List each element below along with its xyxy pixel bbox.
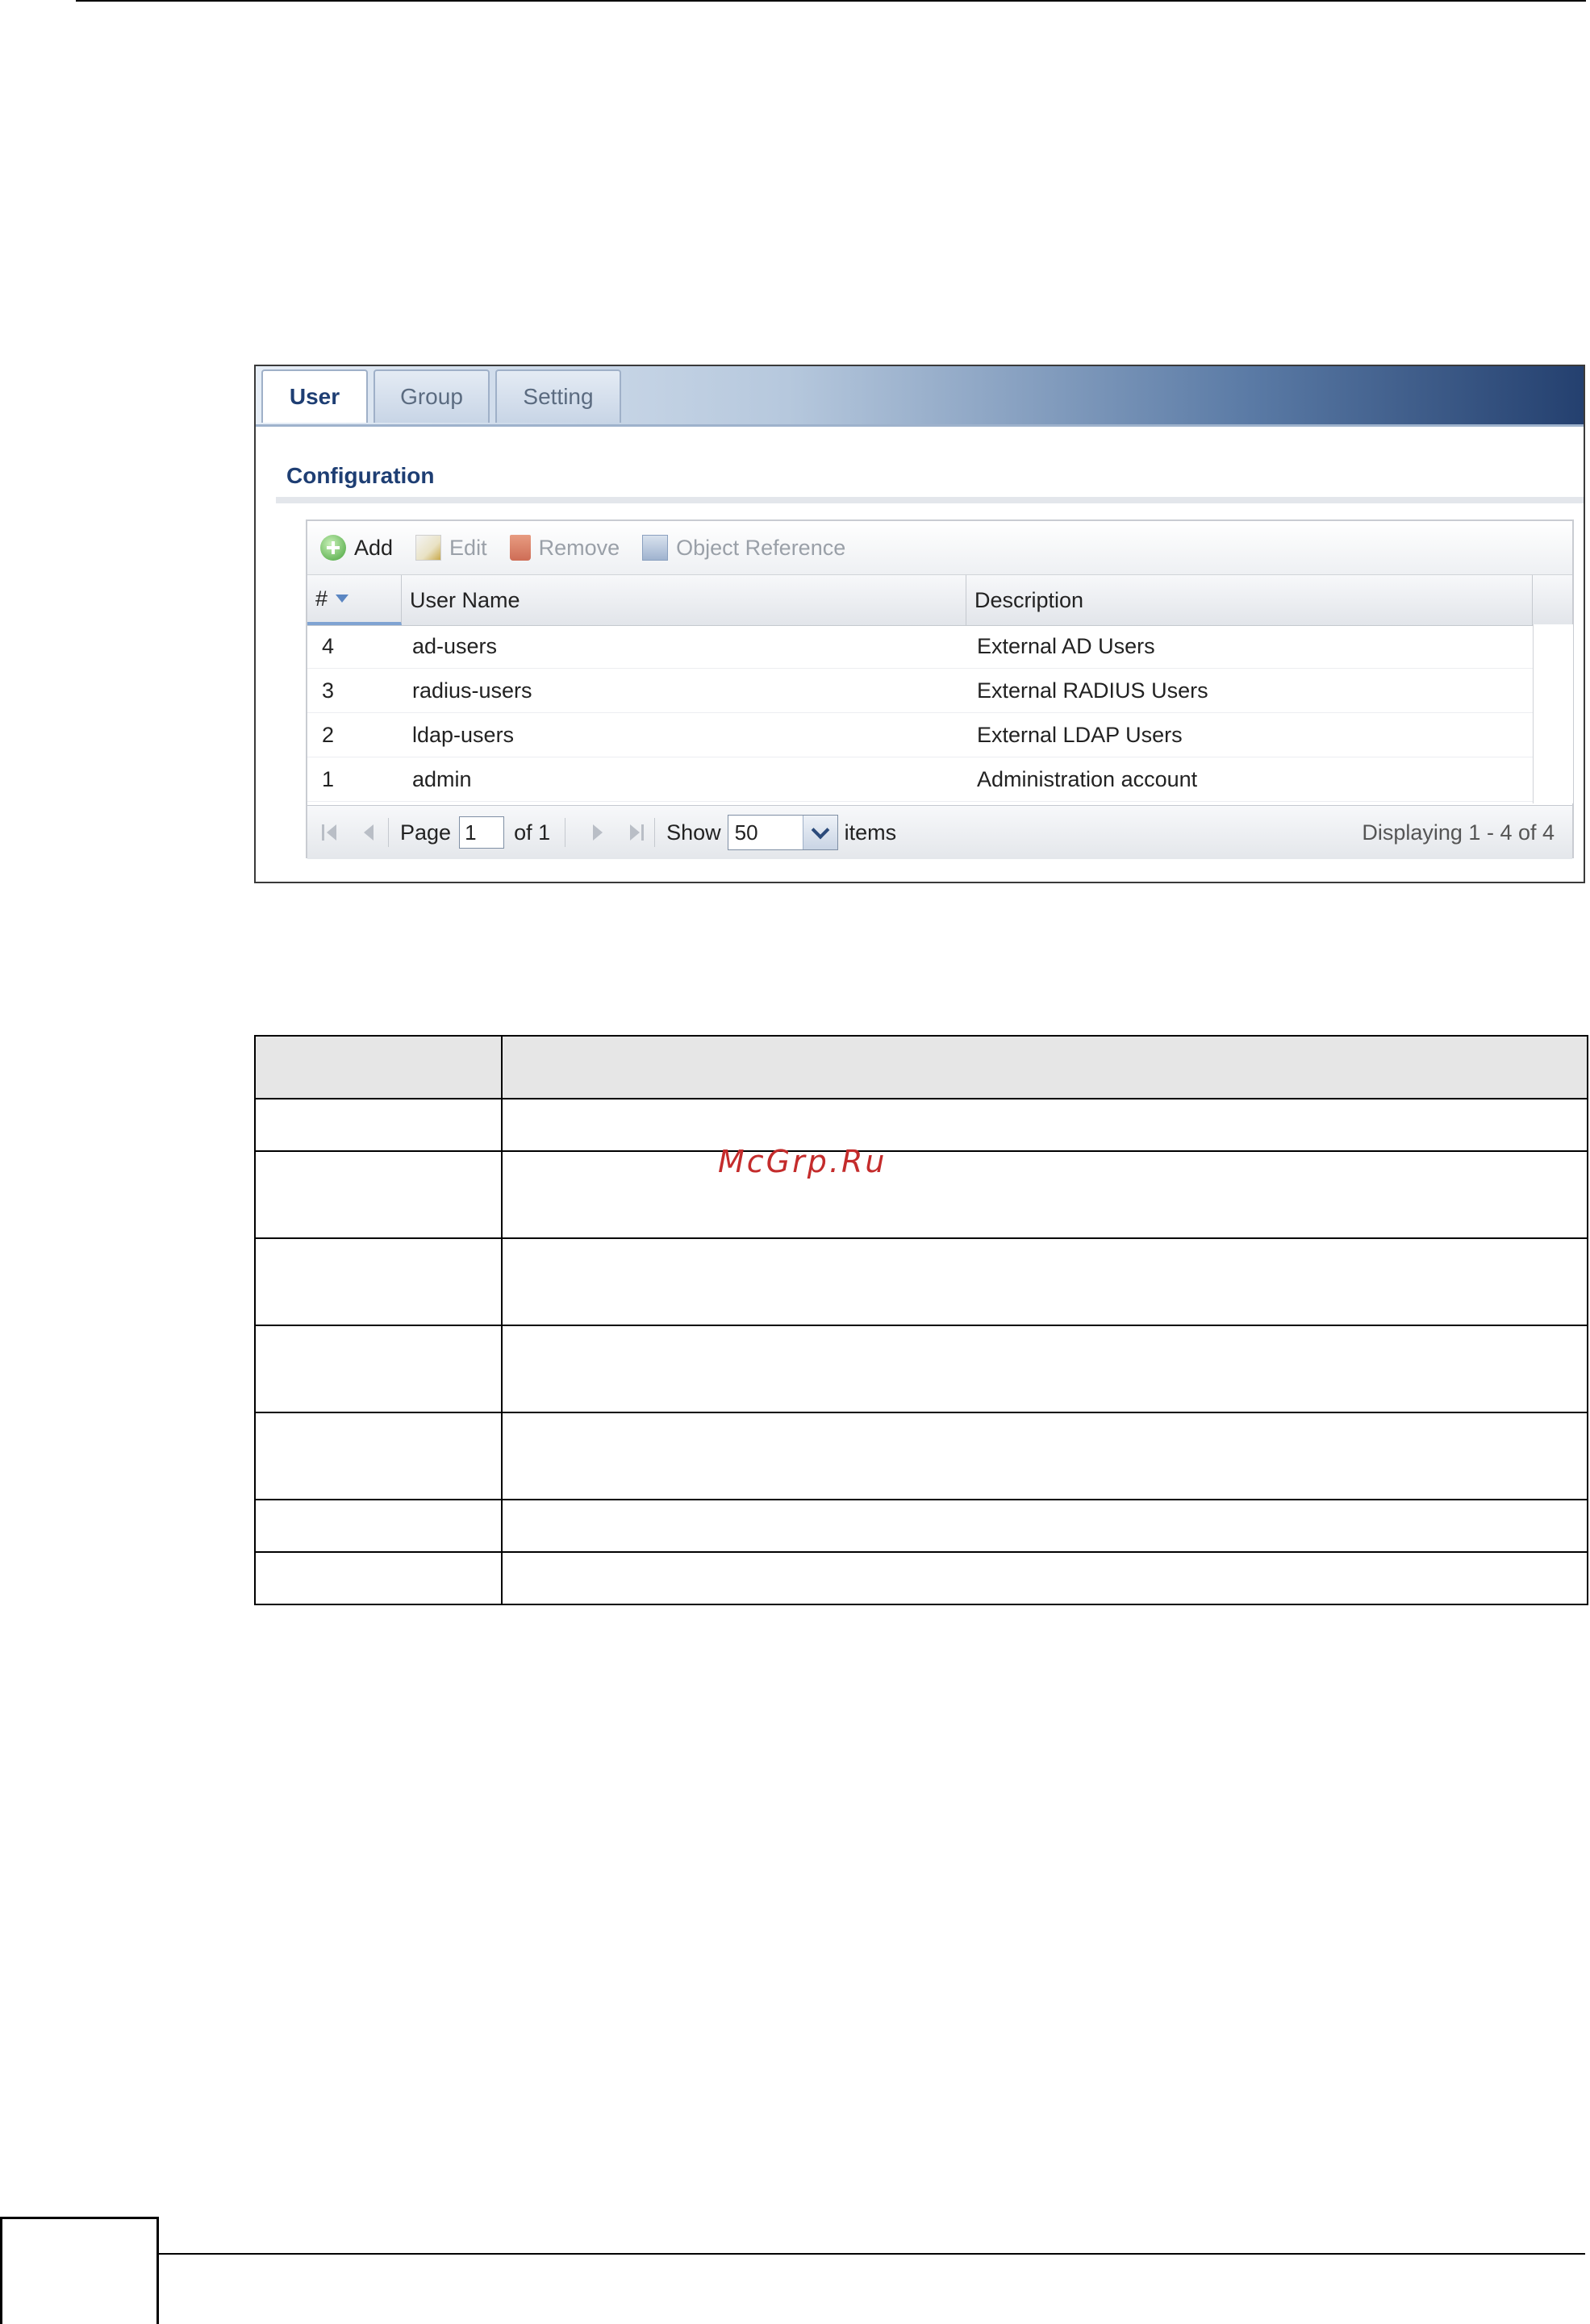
object-reference-icon xyxy=(642,535,669,561)
chevron-down-icon xyxy=(811,820,829,840)
object-reference-button[interactable]: Object Reference xyxy=(642,535,845,561)
page-size-value: 50 xyxy=(734,820,758,845)
section-divider xyxy=(276,497,1584,503)
table-row xyxy=(254,1098,1588,1152)
pager-separator xyxy=(654,818,656,847)
table-row xyxy=(254,1237,1588,1326)
row-user-name: ad-users xyxy=(412,633,498,658)
remove-button[interactable]: Remove xyxy=(509,535,620,561)
row-user-name: ldap-users xyxy=(412,722,515,747)
user-grid: Add Edit Remove Object Reference # User … xyxy=(306,519,1574,859)
add-label: Add xyxy=(354,535,394,560)
tab-group[interactable]: Group xyxy=(374,369,490,423)
page-count-label: of 1 xyxy=(514,820,551,845)
sort-descending-icon xyxy=(336,595,349,603)
watermark: McGrp.Ru xyxy=(718,1144,887,1179)
first-page-icon[interactable] xyxy=(322,824,336,841)
section-title: Configuration xyxy=(286,463,435,488)
table-header-row xyxy=(254,1035,1588,1099)
table-row[interactable]: 3 radius-users External RADIUS Users xyxy=(307,669,1533,713)
row-number: 4 xyxy=(322,633,335,658)
row-user-name: radius-users xyxy=(412,678,532,703)
column-header-spacer xyxy=(1533,575,1574,625)
row-number: 3 xyxy=(322,678,335,703)
table-row xyxy=(254,1551,1588,1605)
table-row xyxy=(254,1499,1588,1553)
table-header: # User Name Description xyxy=(307,574,1572,626)
page-label: Page xyxy=(400,820,452,845)
row-number: 2 xyxy=(322,722,335,747)
row-number: 1 xyxy=(322,766,335,791)
table-row[interactable]: 4 ad-users External AD Users xyxy=(307,624,1533,669)
column-header-description[interactable]: Description xyxy=(966,575,1533,625)
row-description: External LDAP Users xyxy=(977,722,1183,747)
next-page-icon[interactable] xyxy=(593,824,603,841)
items-label: items xyxy=(844,820,897,845)
edit-label: Edit xyxy=(449,535,487,560)
edit-icon xyxy=(415,535,442,561)
page-size-select[interactable]: 50 xyxy=(727,815,838,850)
table-row[interactable]: 1 admin Administration account xyxy=(307,757,1533,802)
add-icon xyxy=(320,535,346,561)
user-management-screenshot: User Group Setting Configuration Add Edi… xyxy=(254,365,1585,883)
row-description: Administration account xyxy=(977,766,1198,791)
table-body: 4 ad-users External AD Users 3 radius-us… xyxy=(307,624,1533,802)
page-number-box xyxy=(0,2217,159,2324)
table-row xyxy=(254,1325,1588,1413)
page-number-input[interactable]: 1 xyxy=(459,816,505,849)
pager-separator xyxy=(388,818,389,847)
add-button[interactable]: Add xyxy=(320,535,393,561)
show-label: Show xyxy=(666,820,721,845)
row-description: External RADIUS Users xyxy=(977,678,1208,703)
vertical-scrollbar[interactable] xyxy=(1533,624,1573,803)
tab-setting[interactable]: Setting xyxy=(495,369,621,423)
tab-user[interactable]: User xyxy=(261,369,368,423)
page-top-rule xyxy=(76,0,1586,2)
column-header-user-name[interactable]: User Name xyxy=(402,575,966,625)
trash-icon xyxy=(509,535,531,561)
display-info: Displaying 1 - 4 of 4 xyxy=(1362,820,1555,845)
row-description: External AD Users xyxy=(977,633,1155,658)
grid-toolbar: Add Edit Remove Object Reference xyxy=(307,521,1572,574)
table-row xyxy=(254,1150,1588,1239)
table-row xyxy=(254,1412,1588,1500)
edit-button[interactable]: Edit xyxy=(415,535,487,561)
field-description-table xyxy=(254,1035,1588,1605)
page-size-dropdown-button[interactable] xyxy=(802,816,837,849)
pagination-bar: Page 1 of 1 Show 50 items Displaying 1 -… xyxy=(307,805,1572,859)
previous-page-icon[interactable] xyxy=(364,824,374,841)
object-reference-label: Object Reference xyxy=(676,535,846,560)
page-bottom-rule xyxy=(157,2253,1585,2255)
last-page-icon[interactable] xyxy=(630,824,645,841)
column-header-number[interactable]: # xyxy=(307,575,402,625)
table-row[interactable]: 2 ldap-users External LDAP Users xyxy=(307,713,1533,757)
remove-label: Remove xyxy=(538,535,620,560)
column-header-number-label: # xyxy=(315,586,328,611)
row-user-name: admin xyxy=(412,766,472,791)
tab-bar: User Group Setting xyxy=(256,366,1584,427)
